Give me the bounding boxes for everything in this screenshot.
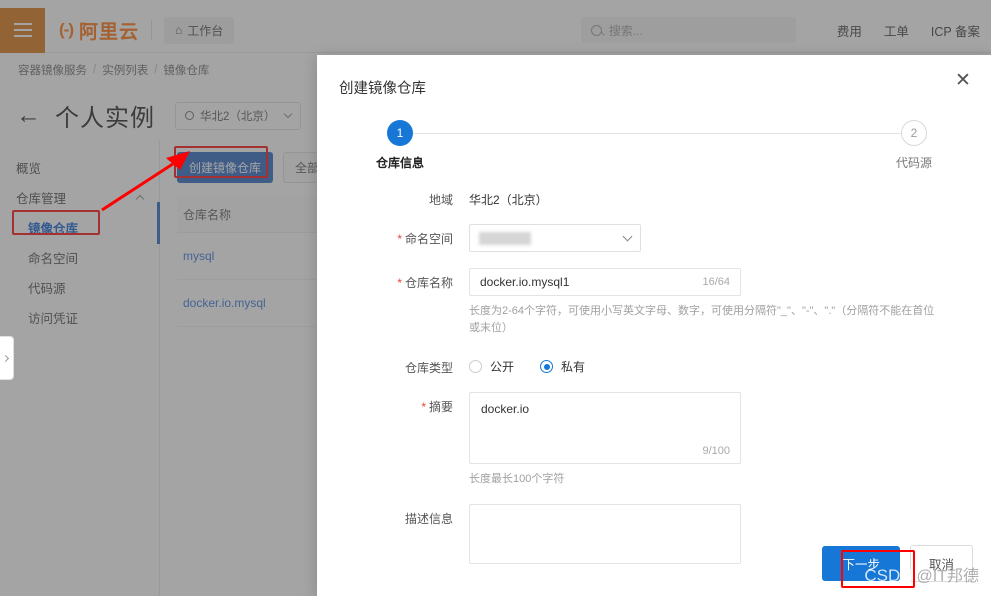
radio-label-private: 私有 (561, 358, 585, 375)
repo-name-hint: 长度为2-64个字符，可使用小写英文字母、数字，可使用分隔符"_"、"-"、".… (469, 303, 939, 337)
summary-hint: 长度最长100个字符 (469, 471, 939, 488)
form-row-region: 地域 华北2（北京） (339, 185, 969, 208)
label-repo-type: 仓库类型 (339, 353, 469, 376)
radio-private[interactable]: 私有 (540, 358, 585, 375)
summary-counter: 9/100 (702, 445, 730, 457)
repository-form: 地域 华北2（北京） 命名空间 仓库名称 (317, 185, 991, 596)
value-region: 华北2（北京） (469, 185, 969, 208)
dialog-footer: 下一步 取消 (822, 545, 973, 582)
summary-textarea[interactable]: docker.io 9/100 (469, 392, 741, 464)
form-row-repo-type: 仓库类型 公开 私有 (339, 353, 969, 376)
radio-public[interactable]: 公开 (469, 358, 514, 375)
create-repository-dialog: 创建镜像仓库 ✕ 1 仓库信息 2 代码源 地域 华北2（北京） (317, 55, 991, 596)
step-1[interactable]: 1 仓库信息 (357, 120, 443, 171)
label-description: 描述信息 (339, 504, 469, 564)
namespace-select[interactable] (469, 224, 641, 252)
step-2[interactable]: 2 代码源 (871, 120, 957, 171)
step-2-label: 代码源 (871, 154, 957, 171)
repo-name-value: docker.io.mysql1 (480, 275, 569, 289)
namespace-redacted-value (479, 232, 531, 245)
chevron-down-icon (623, 231, 633, 241)
radio-dot-public (469, 360, 482, 373)
description-textarea[interactable] (469, 504, 741, 564)
radio-label-public: 公开 (490, 358, 514, 375)
sidebar-collapse-handle[interactable] (0, 336, 14, 380)
label-region: 地域 (339, 185, 469, 208)
dialog-title: 创建镜像仓库 (339, 77, 426, 98)
step-1-number: 1 (387, 120, 413, 146)
label-namespace: 命名空间 (339, 224, 469, 252)
step-1-label: 仓库信息 (357, 154, 443, 171)
label-summary: 摘要 (339, 392, 469, 488)
form-row-summary: 摘要 docker.io 9/100 长度最长100个字符 (339, 392, 969, 488)
form-row-repo-name: 仓库名称 docker.io.mysql1 16/64 长度为2-64个字符，可… (339, 268, 969, 337)
chevron-right-icon (2, 354, 9, 361)
radio-dot-private (540, 360, 553, 373)
repo-name-counter: 16/64 (702, 276, 730, 288)
label-repo-name: 仓库名称 (339, 268, 469, 337)
step-connector-line (399, 133, 915, 134)
app-root: (-) 阿里云 ⌂ 工作台 搜索... 费用 工单 ICP 备案 容器镜像服务 … (0, 0, 991, 596)
summary-value: docker.io (481, 402, 529, 416)
step-2-number: 2 (901, 120, 927, 146)
next-step-button[interactable]: 下一步 (822, 546, 900, 581)
repo-type-radio-group: 公开 私有 (469, 353, 969, 375)
cancel-button[interactable]: 取消 (910, 545, 973, 582)
repo-name-input[interactable]: docker.io.mysql1 16/64 (469, 268, 741, 296)
form-row-namespace: 命名空间 (339, 224, 969, 252)
close-icon[interactable]: ✕ (951, 68, 975, 92)
dialog-steps: 1 仓库信息 2 代码源 (357, 120, 957, 176)
